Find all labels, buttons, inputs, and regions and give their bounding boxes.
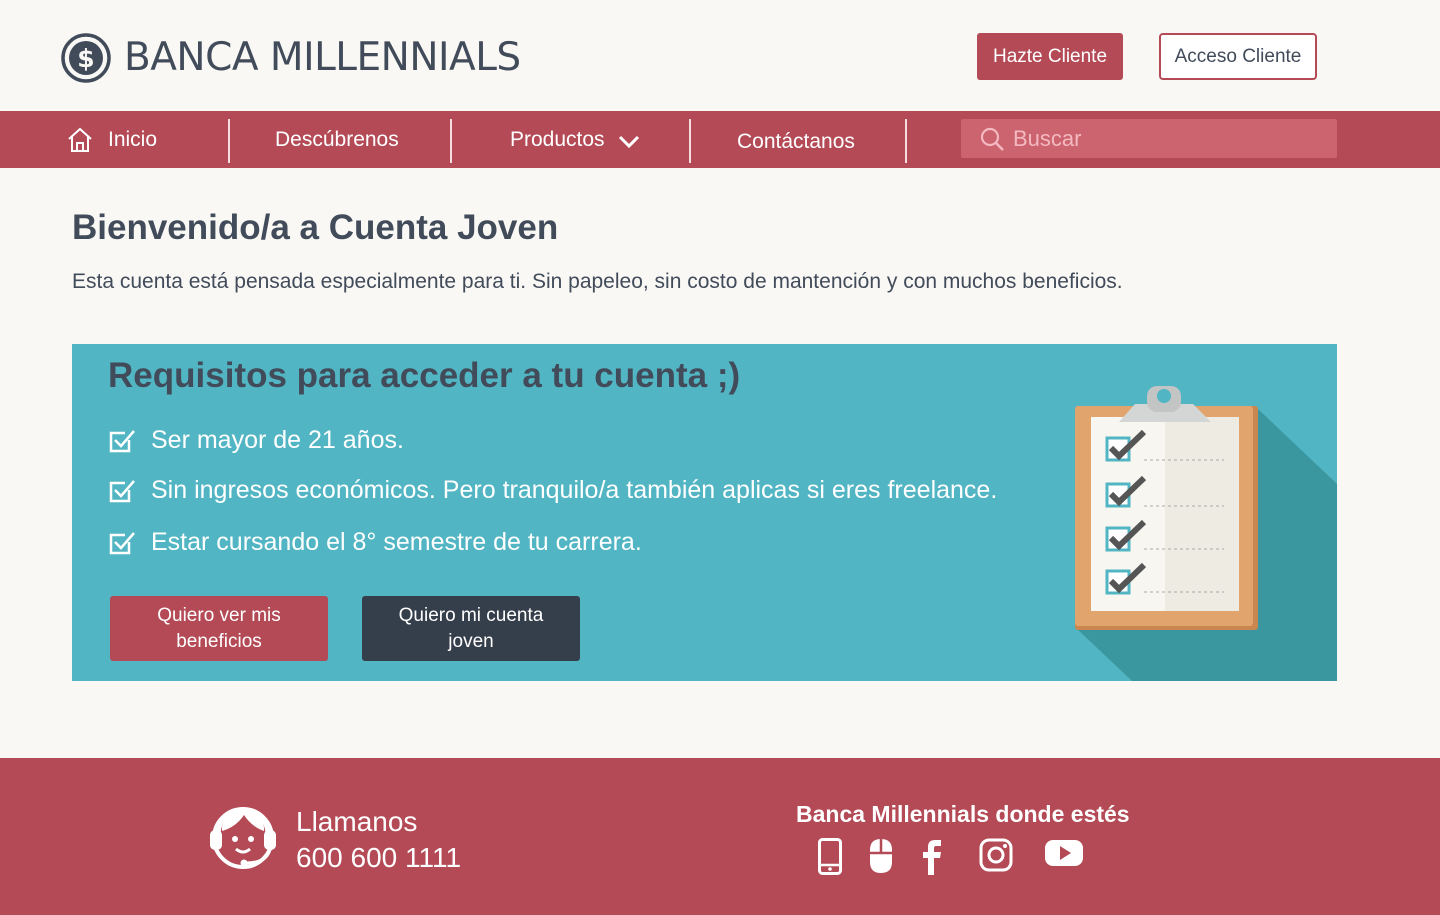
requirements-banner: Requisitos para acceder a tu cuenta ;) S…	[72, 344, 1337, 681]
checkbox-icon	[109, 479, 135, 502]
search-box[interactable]	[961, 119, 1337, 158]
nav-label-productos: Productos	[510, 127, 605, 151]
nav-item-productos[interactable]: Productos	[510, 111, 641, 168]
requirement-item: Estar cursando el 8° semestre de tu carr…	[108, 528, 642, 557]
search-input[interactable]	[1013, 125, 1313, 152]
nav-divider	[905, 119, 907, 163]
requirements-title: Requisitos para acceder a tu cuenta ;)	[108, 356, 741, 395]
nav-label-descubrenos: Descúbrenos	[275, 127, 399, 151]
home-icon	[68, 127, 92, 152]
mouse-icon[interactable]	[869, 838, 893, 875]
nav-divider	[228, 119, 230, 163]
call-label: Llamanos	[296, 806, 418, 837]
nav-item-contactanos[interactable]: Contáctanos	[737, 113, 855, 170]
nav-label-inicio: Inicio	[108, 127, 158, 151]
nav-divider	[689, 119, 691, 163]
nav-divider	[450, 119, 452, 163]
header: $ BANCA MILLENNIALS Hazte Cliente Acceso…	[0, 0, 1440, 111]
requirement-text: Ser mayor de 21 años.	[151, 426, 404, 454]
call-number[interactable]: 600 600 1111	[296, 842, 461, 874]
requirement-text: Estar cursando el 8° semestre de tu carr…	[151, 528, 642, 556]
ver-beneficios-button[interactable]: Quiero ver mis beneficios	[110, 596, 328, 661]
nav-item-inicio[interactable]: Inicio	[66, 111, 157, 168]
hazte-cliente-button[interactable]: Hazte Cliente	[977, 33, 1123, 80]
main-nav: Inicio Descúbrenos Productos Contáctanos	[0, 111, 1440, 168]
requirement-text: Sin ingresos económicos. Pero tranquilo/…	[151, 476, 998, 504]
page-subtitle: Esta cuenta está pensada especialmente p…	[72, 270, 1123, 293]
nav-item-descubrenos[interactable]: Descúbrenos	[275, 111, 399, 168]
footer: Llamanos 600 600 1111 Banca Millennials …	[0, 758, 1440, 915]
support-agent-icon	[210, 807, 276, 869]
chevron-down-icon	[618, 135, 639, 148]
acceso-cliente-button[interactable]: Acceso Cliente	[1159, 33, 1317, 80]
social-title: Banca Millennials donde estés	[796, 801, 1130, 827]
search-icon	[980, 127, 1004, 151]
checkbox-icon	[109, 429, 135, 452]
instagram-icon[interactable]	[979, 838, 1013, 872]
page-title: Bienvenido/a a Cuenta Joven	[72, 208, 559, 247]
cuenta-joven-button[interactable]: Quiero mi cuenta joven	[362, 596, 580, 661]
requirement-item: Ser mayor de 21 años.	[108, 426, 404, 455]
brand-name: BANCA MILLENNIALS	[124, 35, 521, 80]
checkbox-icon	[109, 531, 135, 554]
phone-icon[interactable]	[818, 838, 842, 875]
svg-text:$: $	[77, 44, 94, 73]
nav-label-contactanos: Contáctanos	[737, 129, 855, 153]
brand-logo[interactable]: $ BANCA MILLENNIALS	[60, 32, 521, 84]
youtube-icon[interactable]	[1045, 838, 1083, 868]
requirement-item: Sin ingresos económicos. Pero tranquilo/…	[108, 476, 997, 505]
facebook-icon[interactable]	[921, 838, 943, 875]
dollar-coin-icon: $	[61, 33, 111, 83]
